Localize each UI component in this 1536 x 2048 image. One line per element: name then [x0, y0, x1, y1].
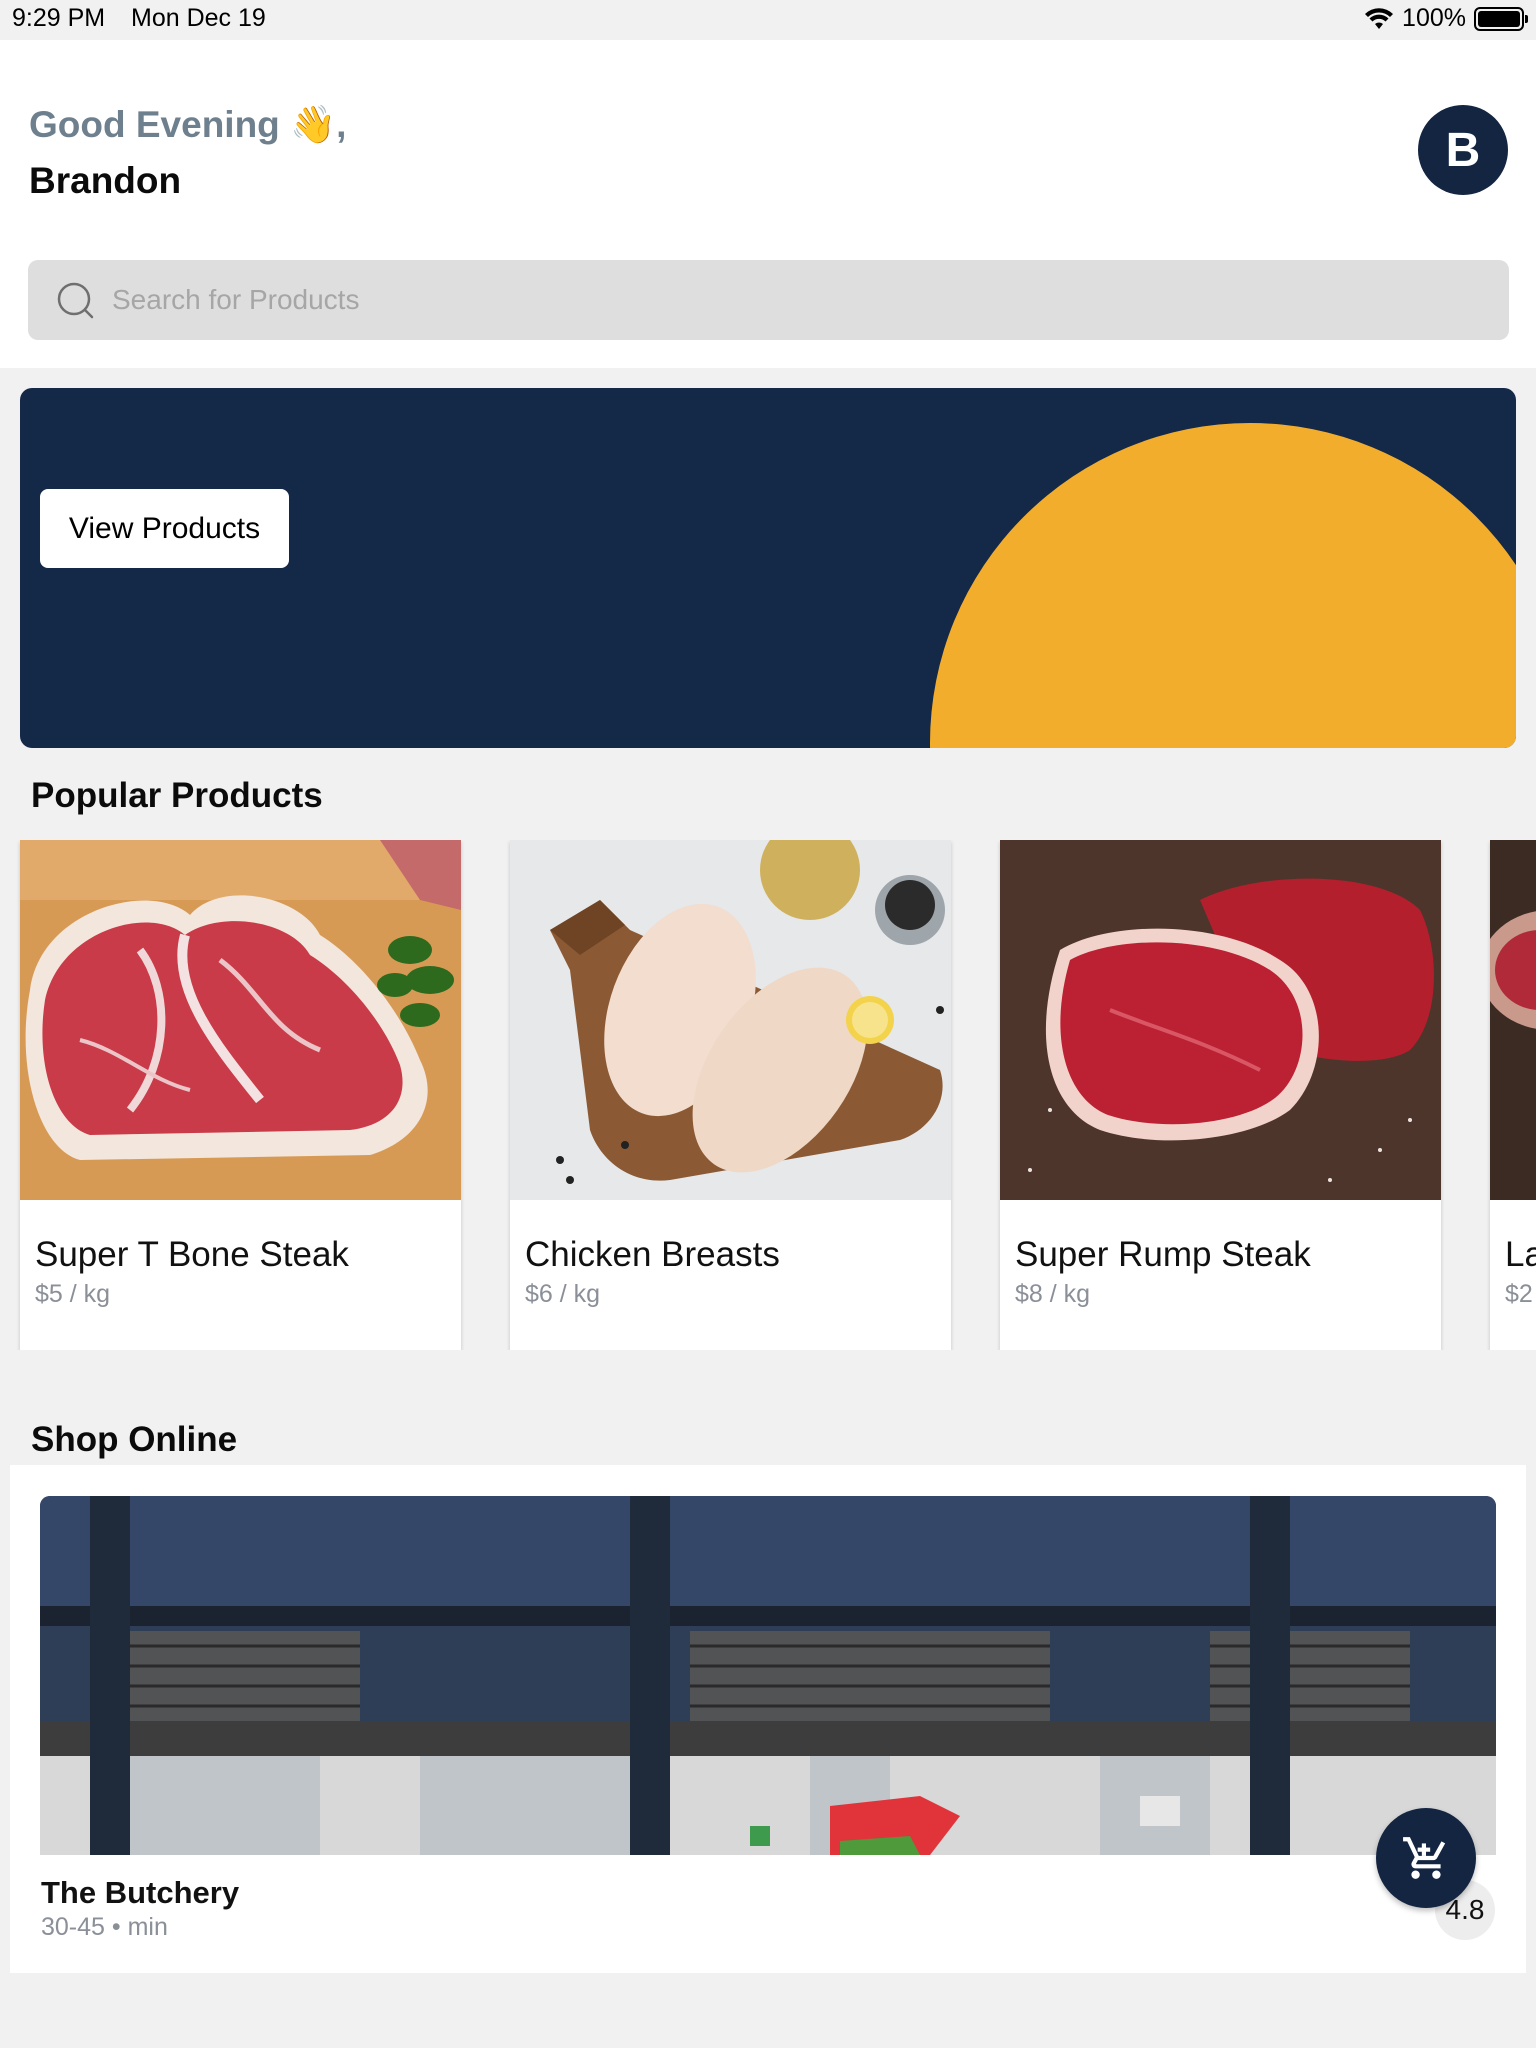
username: Brandon	[29, 160, 182, 201]
shop-card[interactable]: The Butchery 30-45 • min 4.8	[10, 1465, 1526, 1973]
battery-percent: 100%	[1402, 4, 1466, 32]
battery-fill	[1478, 10, 1520, 27]
avatar[interactable]: B	[1418, 105, 1508, 195]
product-name: La	[1505, 1235, 1536, 1274]
product-image-tbone-steak	[20, 840, 461, 1200]
shop-online-title: Shop Online	[31, 1420, 238, 1459]
cart-icon	[1403, 1837, 1446, 1879]
product-name: Super T Bone Steak	[35, 1235, 349, 1274]
search-input[interactable]	[112, 260, 1492, 340]
shop-image	[40, 1496, 1496, 1855]
banner-decoration	[930, 423, 1516, 748]
greeting-text: Good Evening 👋,	[29, 104, 347, 145]
product-image-rump-steak	[1000, 840, 1441, 1200]
product-card[interactable]: Chicken Breasts $6 / kg	[510, 840, 951, 1350]
product-card[interactable]: La $2	[1490, 840, 1536, 1350]
search-icon	[57, 282, 94, 319]
status-time: 9:29 PM	[12, 4, 106, 32]
popular-products-title: Popular Products	[31, 776, 323, 815]
product-carousel[interactable]: Super T Bone Steak $5 / kg Chicken Breas…	[0, 840, 1536, 1350]
product-price: $8 / kg	[1015, 1280, 1091, 1308]
product-price: $5 / kg	[35, 1280, 111, 1308]
status-bar: 9:29 PM Mon Dec 19 100%	[0, 0, 1536, 40]
product-name: Chicken Breasts	[525, 1235, 780, 1274]
product-image-chicken-breasts	[510, 840, 951, 1200]
product-price: $6 / kg	[525, 1280, 601, 1308]
product-name: Super Rump Steak	[1015, 1235, 1311, 1274]
status-right: 100%	[1364, 4, 1528, 33]
header: Good Evening 👋, Brandon B	[0, 40, 1536, 368]
product-image-partial	[1490, 840, 1536, 1200]
product-price: $2	[1505, 1280, 1533, 1308]
shop-name: The Butchery	[41, 1875, 240, 1910]
product-card[interactable]: Super T Bone Steak $5 / kg	[20, 840, 461, 1350]
search-bar[interactable]	[28, 260, 1509, 340]
promo-banner: View Products	[20, 388, 1516, 748]
battery-icon	[1474, 6, 1528, 31]
wifi-icon	[1365, 7, 1394, 29]
product-card[interactable]: Super Rump Steak $8 / kg	[1000, 840, 1441, 1350]
view-products-button[interactable]: View Products	[40, 489, 289, 568]
status-date: Mon Dec 19	[131, 4, 266, 32]
cart-button[interactable]	[1376, 1808, 1476, 1908]
shop-delivery-time: 30-45 • min	[41, 1913, 168, 1941]
